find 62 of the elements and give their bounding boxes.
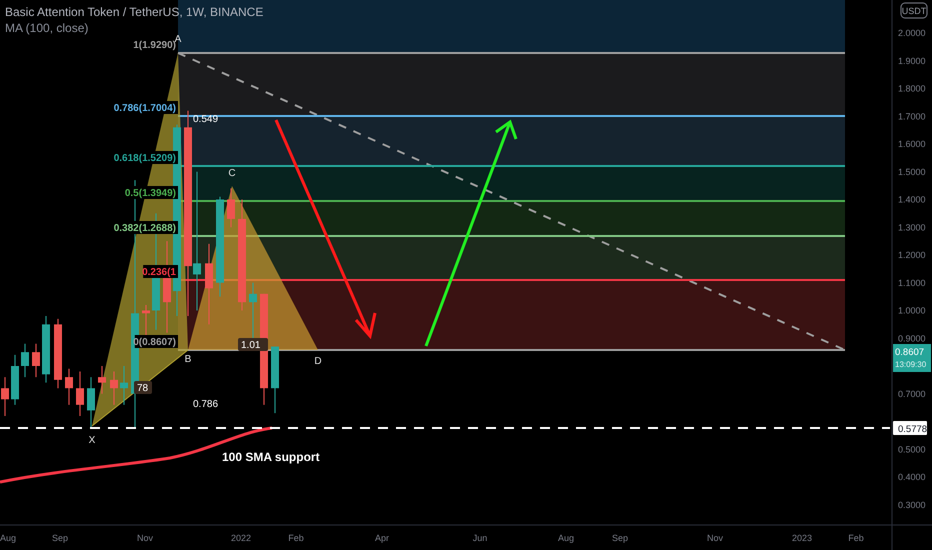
price-tick-label: 2.0000 (898, 28, 926, 38)
fib-level-label: 0.236(1 (142, 265, 178, 278)
price-tick-label: 1.6000 (898, 139, 926, 149)
price-tick-label: 1.7000 (898, 111, 926, 122)
candlestick (120, 366, 128, 406)
pattern-point-label: C (228, 168, 236, 179)
price-tick-label: 1.4000 (898, 194, 926, 204)
currency-badge[interactable]: USDT (900, 2, 928, 18)
price-tick-label: 1.8000 (898, 84, 926, 94)
time-tick-label: Jun (472, 533, 488, 543)
time-tick-label: Feb (848, 533, 864, 543)
candlestick (76, 371, 84, 416)
time-tick-label: Aug (0, 533, 16, 543)
price-tick-label: 1.3000 (898, 222, 926, 232)
last-price-badge: 0.8607 13:09:30 (893, 344, 931, 372)
price-tick-label: 0.5000 (898, 444, 926, 454)
price-tick-label: 0.7000 (898, 388, 926, 399)
pattern-point-label: D (314, 356, 322, 367)
candlestick (110, 371, 118, 406)
time-tick-label: 2023 (792, 533, 812, 543)
price-tick-label: 0.4000 (898, 472, 926, 482)
time-tick-label: Nov (137, 533, 153, 543)
price-tick-label: 0.3000 (898, 500, 926, 510)
candlestick (65, 368, 73, 406)
candlestick (54, 318, 62, 389)
price-tick-label: 1.1000 (898, 278, 926, 288)
candlestick (271, 346, 279, 414)
fib-level-label: 0.5(1.3949) (124, 186, 178, 199)
ratio-label: 1.01 (238, 338, 268, 351)
pattern-point-label: A (174, 34, 182, 45)
ratio-label: 0.549 (193, 114, 218, 125)
ratio-label: 0.786 (193, 399, 218, 410)
candlestick (227, 188, 235, 228)
fib-level-label: 0.786(1.7004) (114, 101, 178, 114)
candlestick (98, 366, 106, 394)
fib-level-label: 0.618(1.5209) (114, 151, 178, 164)
time-tick-label: Apr (375, 533, 389, 543)
candlestick (32, 343, 40, 378)
indicator-label: MA (100, close) (5, 21, 90, 35)
time-tick-label: Sep (612, 533, 628, 543)
ratio-label: 78 (134, 381, 152, 394)
time-tick-label: 2022 (230, 533, 252, 543)
price-tick-label: 1.0000 (898, 306, 926, 316)
time-tick-label: Sep (52, 533, 68, 543)
candlestick (42, 316, 50, 384)
candlestick (11, 354, 19, 406)
chart-title: Basic Attention Token / TetherUS, 1W, BINANCE (5, 5, 264, 19)
annotation-text: 100 SMA support (222, 450, 320, 464)
pattern-point-label: B (184, 354, 192, 365)
price-tick-label: 0.9000 (898, 333, 926, 344)
price-tick-label: 1.5000 (898, 166, 926, 177)
line-price-badge: 0.5778 (893, 421, 928, 435)
price-tick-label: 1.2000 (898, 250, 926, 260)
price-tick-label: 1.9000 (898, 56, 926, 66)
time-tick-label: Nov (707, 533, 723, 543)
candlestick (87, 376, 95, 428)
candlestick (21, 343, 29, 378)
time-tick-label: Feb (288, 533, 304, 543)
pattern-point-label: X (88, 435, 96, 446)
time-tick-label: Aug (558, 533, 574, 543)
candlestick (1, 376, 9, 416)
fib-level-label: 0.382(1.2688) (114, 221, 178, 234)
